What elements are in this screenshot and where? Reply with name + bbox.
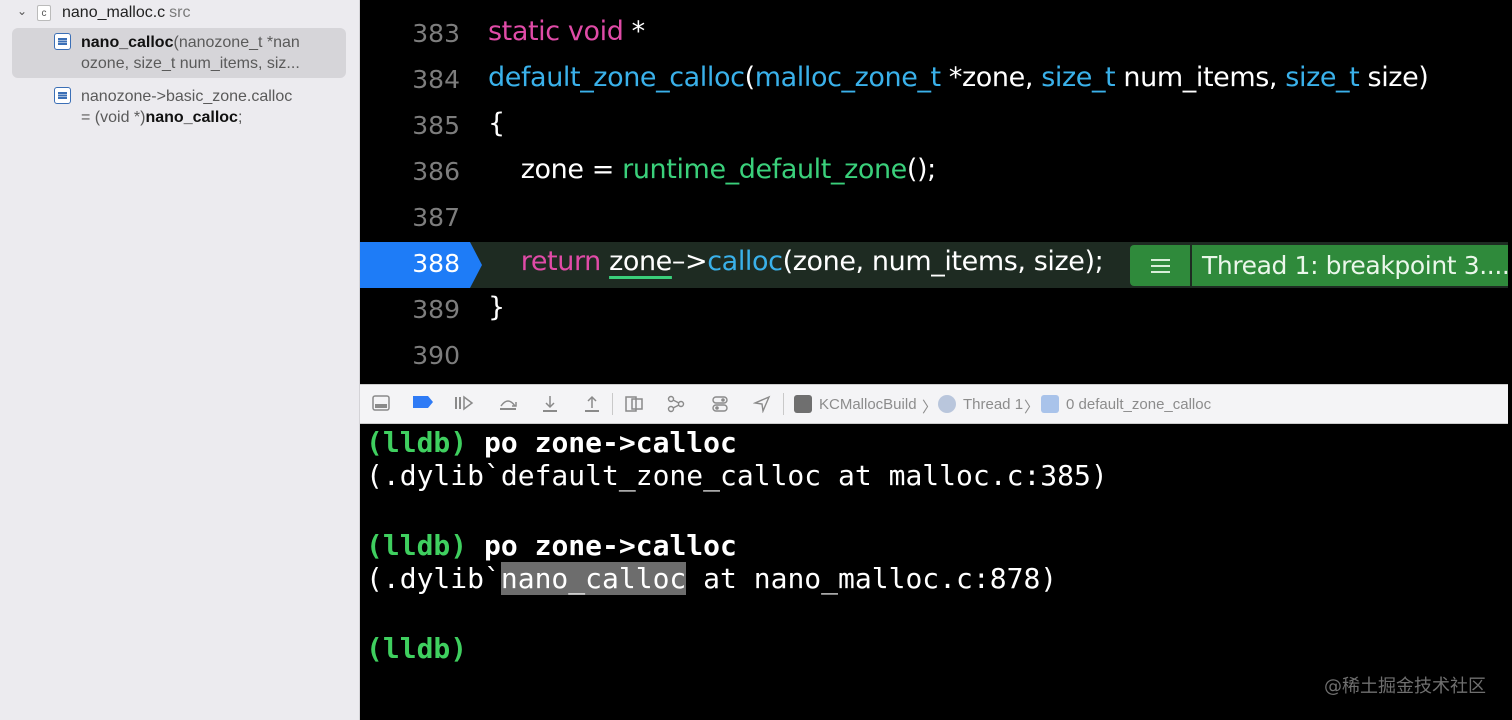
result-file-row[interactable]: ⌄ c nano_malloc.c src	[0, 0, 360, 28]
search-result-item[interactable]: nanozone->basic_zone.calloc = (void *)na…	[12, 82, 346, 128]
console-toggle-icon[interactable]	[371, 395, 391, 413]
code-line: 384 default_zone_calloc(malloc_zone_t *z…	[360, 58, 1508, 104]
console-output-line: (.dylib`default_zone_calloc at malloc.c:…	[366, 459, 1108, 492]
breakpoint-toggle-icon[interactable]	[412, 395, 433, 413]
console-command-line: (lldb) po zone->calloc	[366, 529, 737, 562]
console-prompt-line[interactable]: (lldb)	[366, 632, 467, 665]
breadcrumb-separator: 〉	[1024, 399, 1040, 416]
stack-frame-icon	[1041, 395, 1059, 413]
code-symbol-icon	[54, 87, 71, 104]
app-target-icon	[794, 395, 812, 413]
breadcrumb-frame[interactable]: 0 default_zone_calloc	[1066, 396, 1211, 413]
step-into-icon[interactable]	[540, 395, 560, 413]
thread-icon	[938, 395, 956, 413]
code-editor[interactable]: 383 static void * 384 default_zone_callo…	[360, 0, 1508, 384]
line-number[interactable]: 389	[360, 295, 460, 324]
selected-text: nano_calloc	[500, 562, 687, 595]
breadcrumb-separator: 〉	[922, 399, 938, 416]
code-line: 389 }	[360, 288, 1508, 334]
line-number[interactable]: 384	[360, 65, 460, 94]
breadcrumb-target[interactable]: KCMallocBuild	[819, 396, 917, 413]
thread-badge-menu-button[interactable]	[1130, 245, 1190, 286]
chevron-down-icon[interactable]: ⌄	[15, 4, 29, 18]
search-result-text: nano_calloc(nanozone_t *nan ozone, size_…	[81, 34, 300, 72]
lldb-console[interactable]: (lldb) po zone->calloc (.dylib`default_z…	[360, 424, 1508, 720]
code-line: 386 zone = runtime_default_zone();	[360, 150, 1508, 196]
code-line: 385 {	[360, 104, 1508, 150]
code-line: 383 static void *	[360, 12, 1508, 58]
environment-overrides-icon[interactable]	[710, 395, 730, 413]
line-number[interactable]: 388	[360, 249, 460, 278]
breadcrumb-thread[interactable]: Thread 1	[963, 396, 1023, 413]
step-out-icon[interactable]	[582, 395, 602, 413]
search-result-text: nanozone->basic_zone.calloc = (void *)na…	[81, 88, 293, 126]
file-dir: src	[169, 4, 191, 21]
search-result-item[interactable]: nano_calloc(nanozone_t *nan ozone, size_…	[12, 28, 346, 78]
debug-bar: KCMallocBuild 〉 Thread 1 〉 0 default_zon…	[360, 384, 1508, 424]
view-hierarchy-icon[interactable]	[624, 395, 644, 413]
continue-icon[interactable]	[454, 395, 474, 413]
line-number[interactable]: 386	[360, 157, 460, 186]
code-line: 390	[360, 334, 1508, 380]
line-number[interactable]: 390	[360, 341, 460, 370]
watermark: @稀土掘金技术社区	[1324, 676, 1486, 697]
current-execution-line: 388 return zone–>calloc(zone, num_items,…	[360, 242, 1508, 288]
line-number[interactable]: 383	[360, 19, 460, 48]
c-file-icon: c	[37, 5, 51, 21]
code-line: 387	[360, 196, 1508, 242]
thread-breakpoint-badge[interactable]: Thread 1: breakpoint 3....	[1192, 245, 1508, 286]
console-command-line: (lldb) po zone->calloc	[366, 426, 737, 459]
line-number[interactable]: 385	[360, 111, 460, 140]
simulate-location-icon[interactable]	[752, 395, 772, 414]
code-symbol-icon	[54, 33, 71, 50]
line-number[interactable]: 387	[360, 203, 460, 232]
file-name: nano_malloc.c src	[62, 4, 191, 21]
memory-graph-icon[interactable]	[666, 395, 686, 413]
search-results-sidebar: ⌄ c nano_malloc.c src nano_calloc(nanozon…	[0, 0, 360, 720]
step-over-icon[interactable]	[498, 395, 518, 413]
console-output-line: (.dylib`nano_calloc at nano_malloc.c:878…	[366, 562, 1058, 595]
